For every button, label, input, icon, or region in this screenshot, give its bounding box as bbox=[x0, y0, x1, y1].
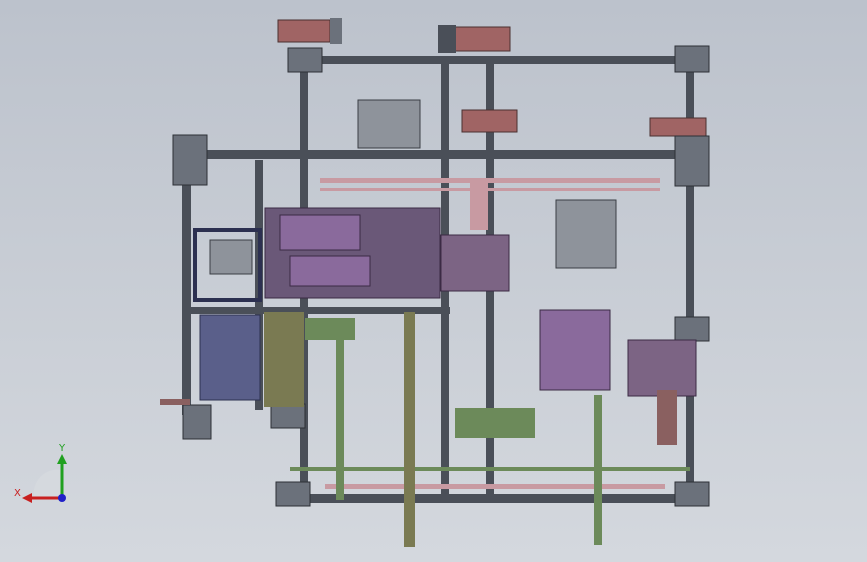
top-beam bbox=[290, 56, 700, 64]
purple-assemblies bbox=[264, 207, 697, 397]
upper-wide-beam bbox=[175, 150, 705, 159]
slide-block-b bbox=[289, 255, 371, 287]
blue-frame-lower bbox=[199, 314, 261, 401]
plate-upper-right bbox=[674, 135, 710, 187]
rail-upper-2 bbox=[320, 188, 660, 191]
motor-top-center bbox=[454, 26, 511, 52]
plate-mid-right bbox=[674, 316, 710, 342]
cad-model-viewport[interactable] bbox=[0, 0, 867, 562]
slide-block-right bbox=[539, 309, 611, 391]
plate-purple-right bbox=[627, 339, 697, 397]
plate-top-right bbox=[674, 45, 710, 73]
plate-top-left bbox=[287, 47, 323, 73]
motor-mid-right bbox=[461, 109, 518, 133]
green-post-a bbox=[336, 320, 344, 500]
plate-bottom-left-c bbox=[275, 481, 311, 507]
plate-bottom-right bbox=[674, 481, 710, 507]
olive-post-a bbox=[404, 312, 415, 547]
x-arrow-icon bbox=[22, 493, 32, 503]
green-block bbox=[305, 318, 355, 340]
rail-lower-1 bbox=[325, 484, 665, 489]
plate-bottom-left-b bbox=[270, 403, 306, 429]
coordinate-triad: Y X bbox=[14, 443, 67, 503]
left-post bbox=[182, 160, 191, 415]
motor-top-left bbox=[277, 19, 331, 43]
slide-block-a bbox=[279, 214, 361, 251]
green-shaft-bottom bbox=[290, 467, 690, 471]
gearbox-upper bbox=[357, 99, 421, 149]
plate-upper-left bbox=[172, 134, 208, 186]
x-axis-label: X bbox=[14, 488, 21, 499]
rail-upper-1 bbox=[320, 178, 660, 183]
plate-bottom-left-a bbox=[182, 404, 212, 440]
y-axis-label: Y bbox=[58, 443, 66, 454]
plate-purple-center bbox=[440, 234, 510, 292]
green-block-2 bbox=[455, 408, 535, 438]
y-arrow-icon bbox=[57, 454, 67, 464]
motor-top-center-flange bbox=[438, 25, 456, 53]
motor-far-right bbox=[649, 117, 707, 137]
brown-bar-right bbox=[657, 390, 677, 445]
z-axis-icon bbox=[58, 494, 66, 502]
gearbox-right bbox=[555, 199, 617, 269]
olive-post-b bbox=[264, 312, 304, 407]
triad-shading bbox=[33, 469, 62, 498]
gearbox-left bbox=[209, 239, 253, 275]
motor-top-left-flange bbox=[330, 18, 342, 44]
brown-bar-left bbox=[160, 399, 190, 405]
rail-vertical bbox=[470, 180, 488, 230]
green-post-b bbox=[594, 395, 602, 545]
